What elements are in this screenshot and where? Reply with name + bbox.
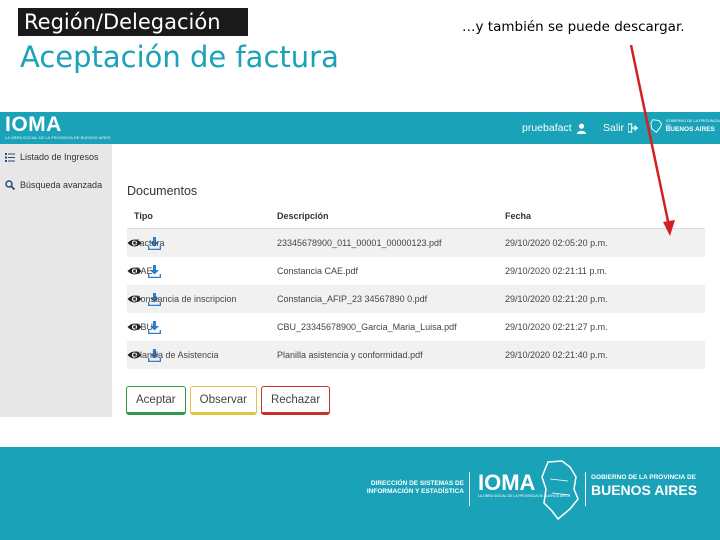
footer-divider: [469, 472, 470, 506]
logo-subtitle: LA OBRA SOCIAL DE LA PROVINCIA DE BUENOS…: [5, 135, 111, 140]
list-icon: [5, 152, 15, 162]
cell-descripcion: 23345678900_011_00001_00000123.pdf: [277, 238, 442, 248]
cell-tipo: CBU: [134, 322, 154, 332]
region-label: Región/Delegación: [18, 8, 248, 36]
footer-direccion-line2: INFORMACIÓN Y ESTADÍSTICA: [366, 488, 464, 495]
cell-fecha: 29/10/2020 02:21:20 p.m.: [505, 294, 608, 304]
province-emblem-icon: [650, 119, 663, 133]
cell-descripcion: Constancia CAE.pdf: [277, 266, 359, 276]
cell-descripcion: Constancia_AFIP_23 34567890 0.pdf: [277, 294, 428, 304]
province-map-icon: [541, 460, 579, 521]
table-row: CAE Constancia CAE.pdf 29/10/2020 02:21:11…: [127, 257, 705, 285]
logo-text: IOMA: [5, 113, 62, 136]
table-row: Constancia de inscripcion Constancia_AFIP…: [127, 285, 705, 313]
table-row: CBU CBU_23345678900_Garcia_Maria_Luisa.pd…: [127, 313, 705, 341]
observe-button[interactable]: Observar: [189, 386, 257, 415]
footer-direccion-line1: DIRECCIÓN DE SISTEMAS DE: [370, 480, 464, 487]
sidebar: Listado de Ingresos Búsqueda avanzada: [0, 144, 112, 417]
sidebar-item-label: Listado de Ingresos: [20, 152, 99, 162]
user-icon: [576, 123, 586, 134]
cell-descripcion: CBU_23345678900_Garcia_Maria_Luisa.pdf: [277, 322, 457, 332]
top-navbar: IOMA LA OBRA SOCIAL DE LA PROVINCIA DE B…: [0, 112, 720, 144]
table-row: Planilla de Asistencia Planilla asistenci…: [127, 341, 705, 369]
column-header-tipo: Tipo: [134, 211, 153, 221]
column-header-fecha: Fecha: [505, 211, 532, 221]
logout-link[interactable]: Salir: [603, 122, 639, 134]
ioma-logo[interactable]: IOMA LA OBRA SOCIAL DE LA PROVINCIA DE B…: [5, 114, 110, 140]
accept-button[interactable]: Aceptar: [126, 386, 186, 415]
search-icon: [5, 180, 15, 190]
cell-tipo: Constancia de inscripcion: [134, 294, 237, 304]
cell-tipo: Factura: [134, 238, 165, 248]
cell-tipo: CAE: [134, 266, 153, 276]
action-buttons: Aceptar Observar Rechazar: [126, 386, 331, 415]
cell-fecha: 29/10/2020 02:21:11 p.m.: [505, 266, 607, 276]
sign-out-icon: [628, 123, 639, 133]
username: pruebafact: [522, 122, 572, 134]
main-content: Documentos Tipo Descripción Fecha Factur…: [112, 144, 720, 417]
cell-fecha: 29/10/2020 02:21:27 p.m.: [505, 322, 608, 332]
cell-descripcion: Planilla asistencia y conformidad.pdf: [277, 350, 423, 360]
documents-table: Tipo Descripción Fecha Factura 2334567890…: [127, 203, 705, 369]
sidebar-item-label: Búsqueda avanzada: [20, 180, 103, 190]
reject-button[interactable]: Rechazar: [260, 386, 331, 415]
footer-gov-small: GOBIERNO DE LA PROVINCIA DE: [591, 474, 696, 481]
table-header: Tipo Descripción Fecha: [127, 203, 705, 229]
slide-title: Aceptación de factura: [20, 40, 339, 74]
user-menu[interactable]: pruebafact: [522, 122, 587, 134]
footer-gov-big: BUENOS AIRES: [591, 482, 698, 498]
documents-heading: Documentos: [127, 184, 198, 198]
column-header-descripcion: Descripción: [277, 211, 329, 221]
footer-direccion: DIRECCIÓN DE SISTEMAS DE INFORMACIÓN Y E…: [356, 480, 464, 496]
gov-big-text: BUENOS AIRES: [665, 126, 715, 134]
sidebar-item-listado[interactable]: Listado de Ingresos: [5, 152, 99, 162]
table-row: Factura 23345678900_011_00001_00000123.pd…: [127, 229, 705, 257]
logout-label: Salir: [603, 122, 625, 134]
footer-band: DIRECCIÓN DE SISTEMAS DE INFORMACIÓN Y E…: [0, 447, 720, 540]
annotation-note: …y también se puede descargar.: [462, 19, 685, 35]
gov-logo: GOBIERNO DE LA PROVINCIA DE BUENOS AIRES: [650, 118, 720, 134]
cell-fecha: 29/10/2020 02:21:40 p.m.: [505, 350, 608, 360]
cell-tipo: Planilla de Asistencia: [134, 350, 219, 360]
app-screenshot: IOMA LA OBRA SOCIAL DE LA PROVINCIA DE B…: [0, 112, 720, 417]
footer-divider: [585, 472, 586, 506]
footer-gov-logo: GOBIERNO DE LA PROVINCIA DE BUENOS AIRES: [591, 474, 697, 498]
cell-fecha: 29/10/2020 02:05:20 p.m.: [505, 238, 608, 248]
sidebar-item-busqueda[interactable]: Búsqueda avanzada: [5, 180, 102, 190]
